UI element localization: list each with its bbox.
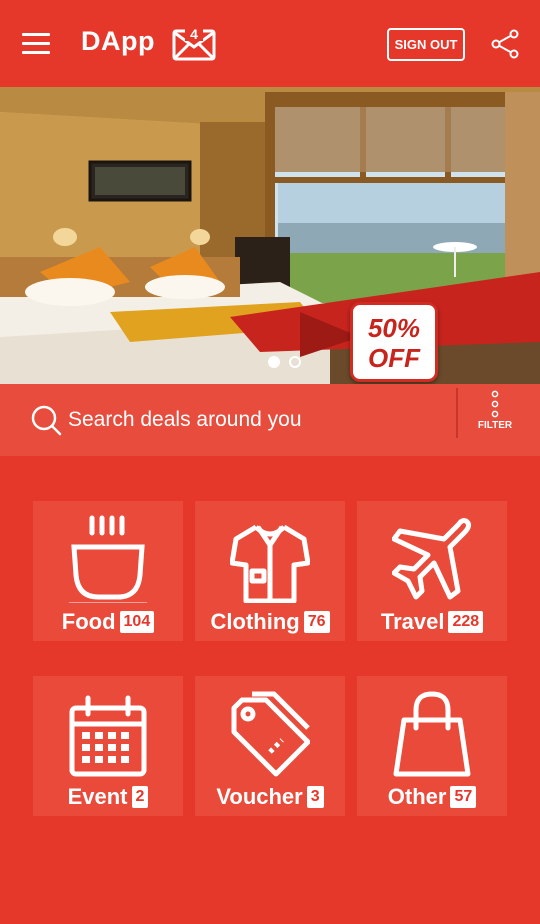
carousel-dot[interactable] xyxy=(289,356,302,368)
category-footer: Event 2 xyxy=(33,784,183,810)
filter-label: FILTER xyxy=(477,420,513,431)
shirt-icon xyxy=(230,524,310,603)
share-icon[interactable] xyxy=(490,29,520,59)
category-label: Clothing xyxy=(210,609,300,634)
discount-off-text: OFF xyxy=(368,343,420,373)
sign-out-button[interactable]: SIGN OUT xyxy=(387,28,465,61)
category-footer: Other 57 xyxy=(357,784,507,810)
category-footer: Voucher 3 xyxy=(195,784,345,810)
category-label: Voucher xyxy=(216,784,303,809)
promo-banner-carousel[interactable]: 50% OFF xyxy=(0,87,540,384)
category-count-badge: 76 xyxy=(303,611,330,633)
category-count-badge: 2 xyxy=(131,786,149,808)
mail-icon[interactable]: 4 xyxy=(172,27,216,61)
filter-button[interactable]: FILTER xyxy=(470,390,520,450)
calendar-icon xyxy=(69,695,147,777)
discount-percent: 50% xyxy=(367,313,421,343)
category-label: Travel xyxy=(380,609,445,634)
category-label: Other xyxy=(387,784,447,809)
menu-icon[interactable] xyxy=(18,26,54,62)
search-icon xyxy=(31,405,62,436)
divider xyxy=(456,388,458,438)
search-bar: FILTER xyxy=(0,384,540,456)
food-bowl-icon xyxy=(68,515,148,603)
category-count-badge: 3 xyxy=(306,786,324,808)
category-label: Event xyxy=(67,784,128,809)
category-footer: Food 104 xyxy=(33,609,183,635)
more-vertical-icon xyxy=(491,390,499,418)
category-count-badge: 57 xyxy=(450,786,477,808)
category-label: Food xyxy=(61,609,116,634)
category-count-badge: 228 xyxy=(448,611,484,633)
app-toolbar: DApp 4 SIGN OUT xyxy=(0,0,540,87)
category-travel[interactable]: Travel 228 xyxy=(357,501,507,641)
carousel-indicator xyxy=(268,355,306,371)
app-title: DApp xyxy=(81,26,155,56)
search-input[interactable] xyxy=(68,404,443,436)
hotel-room-image xyxy=(0,87,540,384)
airplane-icon xyxy=(392,518,472,600)
discount-badge: 50% OFF xyxy=(350,302,438,382)
category-other[interactable]: Other 57 xyxy=(357,676,507,816)
category-clothing[interactable]: Clothing 76 xyxy=(195,501,345,641)
category-count-badge: 104 xyxy=(119,611,155,633)
category-voucher[interactable]: Voucher 3 xyxy=(195,676,345,816)
shopping-bag-icon xyxy=(393,691,471,777)
category-footer: Travel 228 xyxy=(357,609,507,635)
mail-count-badge: 4 xyxy=(190,27,198,42)
category-footer: Clothing 76 xyxy=(195,609,345,635)
category-food[interactable]: Food 104 xyxy=(33,501,183,641)
carousel-dot-active[interactable] xyxy=(268,356,280,368)
voucher-tag-icon xyxy=(231,691,310,777)
category-event[interactable]: Event 2 xyxy=(33,676,183,816)
